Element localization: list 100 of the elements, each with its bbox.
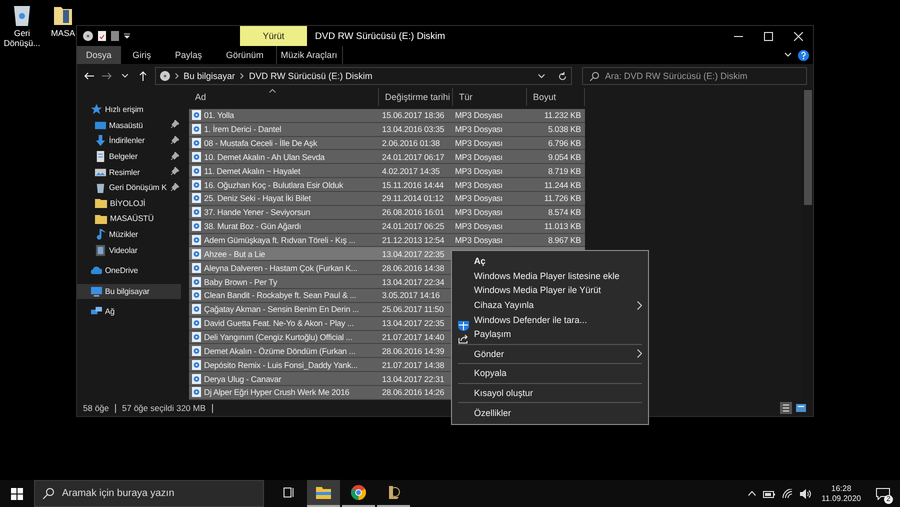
sidebar-item[interactable]: Geri Dönüşüm K xyxy=(77,180,181,196)
breadcrumb[interactable]: Bu bilgisayar xyxy=(184,71,236,81)
scrollbar-thumb[interactable] xyxy=(804,90,812,205)
file-row[interactable]: 10. Demet Akalın - Ah Ulan Sevda 24.01.2017 06:17 MP3 Dosyası 9.054 KB xyxy=(189,150,585,164)
chrome-icon xyxy=(351,485,366,500)
file-name: Ahzee - But a Lie xyxy=(204,248,266,259)
file-row[interactable]: 1. İrem Derici - Dantel 13.04.2016 03:35 MP3 Dosyası 5.038 KB xyxy=(189,122,585,137)
file-name: 01. Yolla xyxy=(204,110,234,120)
column-header[interactable]: Değiştirme tarihi xyxy=(379,88,453,106)
sort-caret-icon xyxy=(269,89,276,93)
audio-file-icon xyxy=(192,166,201,176)
audio-file-icon xyxy=(192,207,201,218)
film-icon xyxy=(95,244,106,256)
sidebar-item[interactable]: Masaüstü xyxy=(77,118,181,134)
pin-icon[interactable] xyxy=(171,182,179,191)
sidebar-item[interactable]: BİYOLOJİ xyxy=(77,196,181,212)
ribbon-tab[interactable]: Paylaş xyxy=(163,46,214,64)
dropdown-icon[interactable] xyxy=(124,33,130,39)
audio-file-icon xyxy=(192,332,201,342)
pin-icon[interactable] xyxy=(171,136,179,144)
audio-file-icon xyxy=(192,234,201,245)
file-row[interactable]: 16. Oğuzhan Koç - Bulutlara Esir Olduk 15.11.2016 14:44 MP3 Dosyası 11.244 KB xyxy=(189,178,585,192)
audio-file-icon xyxy=(192,124,201,134)
audio-file-icon xyxy=(192,152,201,162)
refresh-icon[interactable] xyxy=(558,72,568,80)
column-header[interactable]: Ad xyxy=(189,88,379,106)
picture-icon xyxy=(95,166,106,178)
audio-file-icon xyxy=(192,110,201,120)
window-title: DVD RW Sürücüsü (E:) Diskim xyxy=(315,30,446,42)
item-count: 58 öğe xyxy=(83,403,109,413)
type-cell-text: MP3 Dosyası xyxy=(454,166,504,176)
folder-icon[interactable] xyxy=(54,4,72,26)
column-header[interactable]: Boyut xyxy=(527,88,585,106)
file-row[interactable]: Adem Gümüşkaya ft. Rıdvan Töreli - Kış ... 21.12.2013 12:54 MP3 Dosyası 8.967 KB xyxy=(189,234,585,248)
file-row[interactable]: 37. Hande Yener - Seviyorsun 26.08.2016 16:01 MP3 Dosyası 8.574 KB xyxy=(189,206,585,220)
type-cell-text: MP3 Dosyası xyxy=(454,180,504,190)
ribbon-tab[interactable]: Giriş xyxy=(120,46,164,64)
folder-icon xyxy=(95,197,107,210)
column-header[interactable]: Tür xyxy=(453,88,527,106)
file-name: Çağatay Akman - Sensin Benim En Derin ... xyxy=(204,304,359,314)
taskbar-search-field[interactable]: Aramak için buraya yazın xyxy=(34,480,264,507)
download-icon xyxy=(95,135,106,146)
type-cell-text: MP3 Dosyası xyxy=(454,234,504,245)
disc-icon xyxy=(160,71,170,81)
recycle-bin-icon[interactable] xyxy=(12,4,32,26)
date-cell-text: 25.06.2017 11:50 xyxy=(381,304,445,314)
address-field[interactable]: Bu bilgisayar DVD RW Sürücüsü (E:) Diskim xyxy=(154,67,572,85)
folder-icon xyxy=(95,212,107,225)
sidebar-item[interactable]: Videolar xyxy=(77,242,181,258)
recycle-bin-icon xyxy=(95,182,106,194)
sidebar-item[interactable]: Resimler xyxy=(77,164,181,180)
date-cell-text: 15.11.2016 14:44 xyxy=(381,180,445,190)
sidebar-item[interactable]: Hızlı erişim xyxy=(77,102,181,118)
details-view-button[interactable] xyxy=(780,402,792,414)
taskbar-app[interactable] xyxy=(307,480,340,507)
chevron-down-icon[interactable] xyxy=(784,52,792,58)
sidebar-item[interactable]: Ağ xyxy=(77,304,181,320)
speaker-icon[interactable] xyxy=(800,488,811,498)
pin-icon[interactable] xyxy=(171,167,179,176)
audio-file-icon xyxy=(192,276,201,287)
size-cell-text: 8.574 KB xyxy=(547,207,582,218)
ribbon-tab[interactable]: Görünüm xyxy=(214,46,276,64)
share-icon xyxy=(458,334,469,344)
file-row[interactable]: 25. Deniz Seki - Hayat İki Bilet 29.11.2014 01:12 MP3 Dosyası 11.726 KB xyxy=(189,192,585,206)
tiles-view-button[interactable] xyxy=(795,402,807,414)
file-row[interactable]: 38. Murat Boz - Gün Ağardı 24.01.2017 06:25 MP3 Dosyası 11.013 KB xyxy=(189,220,585,234)
sidebar-item[interactable]: Bu bilgisayar xyxy=(77,284,181,300)
pin-icon[interactable] xyxy=(171,120,179,128)
sidebar-item[interactable]: MASAÜSTÜ xyxy=(77,211,181,227)
properties-icon[interactable] xyxy=(98,31,106,41)
file-row[interactable]: 11. Demet Akalın ~ Hayalet 4.02.2017 14:35 MP3 Dosyası 8.719 KB xyxy=(189,164,585,178)
wifi-icon[interactable] xyxy=(782,488,793,498)
date-cell-text: 13.04.2017 22:35 xyxy=(381,248,446,259)
message-icon xyxy=(876,488,890,500)
search-icon xyxy=(590,72,600,81)
ribbon-tab[interactable]: Dosya xyxy=(77,46,121,64)
breadcrumb[interactable]: DVD RW Sürücüsü (E:) Diskim xyxy=(249,71,372,81)
desktop-icon xyxy=(95,120,106,131)
file-row[interactable]: 01. Yolla 15.06.2017 18:36 MP3 Dosyası 11.232 KB xyxy=(189,108,585,123)
desktop-icon-label[interactable]: MASA xyxy=(50,28,76,38)
search-field[interactable]: Ara: DVD RW Sürücüsü (E:) Diskim xyxy=(582,67,808,85)
task-view-icon xyxy=(282,487,294,498)
sidebar-item[interactable]: Müzikler xyxy=(77,226,181,242)
desktop-icon-label[interactable]: Geri Dönüşü... xyxy=(2,28,42,48)
audio-file-icon xyxy=(192,138,201,148)
chevron-up-icon[interactable] xyxy=(748,491,756,496)
help-icon[interactable] xyxy=(798,50,809,60)
size-cell-text: 11.232 KB xyxy=(543,110,582,120)
sidebar-item[interactable]: Belgeler xyxy=(77,148,181,164)
chevron-down-icon[interactable] xyxy=(538,74,546,78)
sidebar-item[interactable]: OneDrive xyxy=(77,262,181,279)
clock[interactable]: 16:28 11.09.2020 xyxy=(822,484,861,504)
chevron-right-icon xyxy=(637,300,642,310)
selection-info: 57 öğe seçildi 320 MB xyxy=(122,403,206,413)
menu-item[interactable]: Özellikler xyxy=(452,405,648,420)
file-row[interactable]: 08 - Mustafa Ceceli - İlle De Aşk 2.06.2016 01:38 MP3 Dosyası 6.796 KB xyxy=(189,136,585,150)
battery-icon[interactable] xyxy=(762,490,775,498)
chevron-right-icon xyxy=(174,73,178,79)
pin-icon[interactable] xyxy=(171,152,179,160)
sidebar-item[interactable]: İndirilenler xyxy=(77,133,181,149)
